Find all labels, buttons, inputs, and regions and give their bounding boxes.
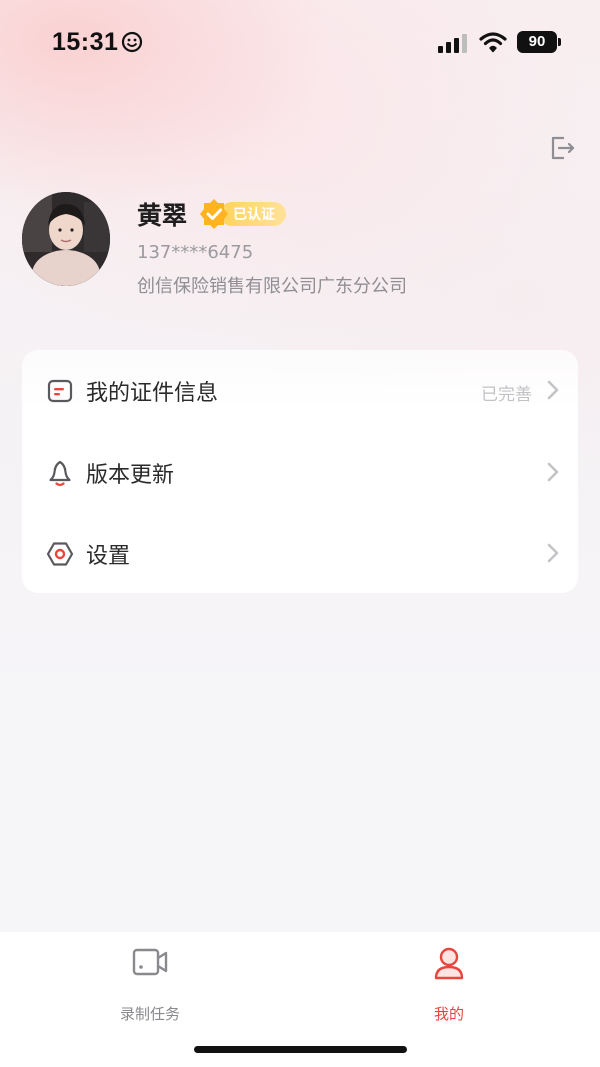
menu-item-id-info[interactable]: 我的证件信息 已完善 — [22, 350, 578, 430]
home-indicator — [194, 1046, 407, 1053]
user-name: 黄翠 — [137, 201, 188, 230]
menu-item-status: 已完善 — [481, 385, 532, 405]
settings-icon — [46, 542, 74, 566]
avatar[interactable] — [22, 192, 110, 286]
status-bar: 15:31 90 — [0, 0, 600, 86]
user-phone: 137****6475 — [137, 242, 254, 263]
menu-item-label: 我的证件信息 — [86, 381, 219, 406]
id-card-icon — [47, 379, 73, 403]
cellular-signal-icon — [438, 34, 467, 53]
user-company: 创信保险销售有限公司广东分公司 — [137, 276, 407, 297]
menu-card: 我的证件信息 已完善 版本更新 设置 — [22, 350, 578, 593]
logout-icon[interactable] — [548, 134, 576, 162]
tab-record-tasks[interactable]: 录制任务 — [80, 946, 220, 1023]
certified-badge: 已认证 — [198, 199, 290, 229]
tab-label: 录制任务 — [119, 1005, 180, 1023]
verified-badge-icon — [200, 199, 228, 229]
chevron-right-icon — [547, 543, 559, 563]
user-icon — [434, 947, 464, 980]
chevron-right-icon — [547, 380, 559, 400]
menu-item-label: 设置 — [86, 544, 131, 569]
video-camera-icon — [132, 948, 168, 976]
bell-icon — [49, 460, 71, 487]
smiley-icon — [121, 31, 143, 53]
menu-item-version-update[interactable]: 版本更新 — [22, 432, 578, 512]
tab-mine[interactable]: 我的 — [379, 946, 519, 1023]
battery-indicator: 90 — [517, 31, 557, 53]
status-time: 15:31 — [52, 28, 119, 56]
battery-tip — [558, 38, 561, 46]
menu-item-settings[interactable]: 设置 — [22, 513, 578, 593]
chevron-right-icon — [547, 462, 559, 482]
avatar-photo — [22, 192, 110, 286]
tab-label: 我的 — [433, 1005, 464, 1023]
menu-item-label: 版本更新 — [86, 463, 175, 488]
wifi-icon — [479, 32, 507, 53]
certified-label: 已认证 — [233, 207, 275, 223]
